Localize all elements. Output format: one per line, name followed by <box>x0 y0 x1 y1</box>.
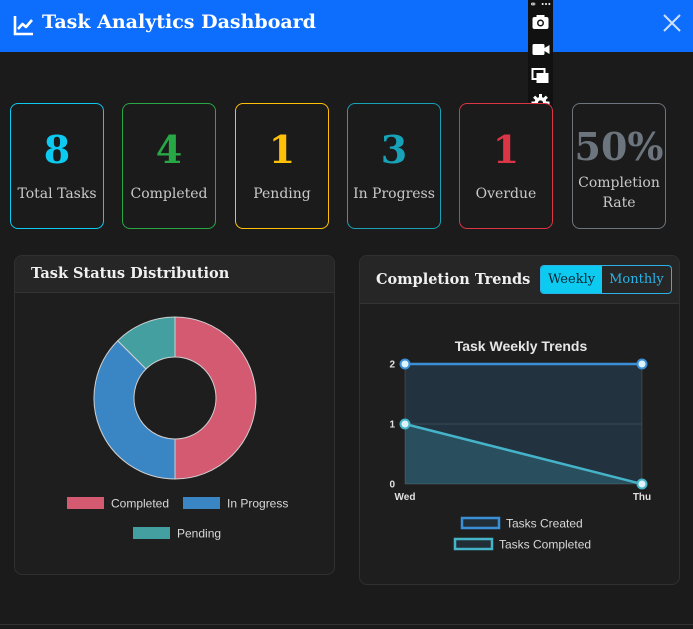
slice-in-progress <box>93 340 176 480</box>
legend-label: In Progress <box>227 497 288 511</box>
stat-value: 1 <box>268 127 296 172</box>
data-point <box>636 478 648 490</box>
stat-value: 50% <box>574 124 664 169</box>
stat-card-overdue: 1 Overdue <box>459 103 553 229</box>
stat-label: Total Tasks <box>17 186 97 202</box>
stat-value: 8 <box>43 127 71 172</box>
legend-swatch <box>453 537 494 551</box>
stat-card-in-progress: 3 In Progress <box>347 103 441 229</box>
stat-label-line2: Rate <box>602 195 636 211</box>
status-distribution-panel: Task Status Distribution Completed In Pro… <box>14 255 335 575</box>
stat-card-total-tasks: 8 Total Tasks <box>10 103 104 229</box>
y-tick-label: 0 <box>389 480 395 491</box>
stat-label: In Progress <box>353 186 435 202</box>
legend-label: Tasks Completed <box>499 538 591 552</box>
stat-value: 4 <box>155 127 183 172</box>
slice-completed <box>174 316 257 480</box>
legend-swatch <box>133 527 170 539</box>
close-icon[interactable] <box>660 11 684 35</box>
legend-swatch <box>67 497 104 509</box>
stat-card-pending: 1 Pending <box>235 103 329 229</box>
y-tick-label: 1 <box>389 420 395 431</box>
legend-swatch <box>460 516 501 530</box>
data-point <box>399 358 411 370</box>
status-doughnut-chart: Completed In Progress Pending <box>67 316 288 541</box>
stat-card-completed: 4 Completed <box>122 103 216 229</box>
more-icon[interactable] <box>541 0 551 8</box>
chart-title: Task Weekly Trends <box>455 338 588 354</box>
stat-label: Completion Rate <box>573 173 665 213</box>
legend-swatch <box>183 497 220 509</box>
video-icon[interactable] <box>530 39 551 59</box>
chart-line-icon <box>13 16 33 36</box>
stat-label: Overdue <box>475 186 537 202</box>
camera-icon[interactable] <box>530 12 551 32</box>
window-icon[interactable] <box>530 66 551 86</box>
recorder-toolbar <box>528 0 553 116</box>
y-tick-label: 2 <box>389 360 395 371</box>
link-icon[interactable] <box>531 0 540 8</box>
stat-card-completion-rate: 50% Completion Rate <box>572 103 666 229</box>
stat-value: 3 <box>380 127 408 172</box>
x-tick-label: Wed <box>395 492 416 503</box>
x-tick-label: Thu <box>633 492 651 503</box>
stat-label: Pending <box>253 186 311 202</box>
stat-label-line1: Completion <box>578 175 660 191</box>
data-point <box>399 418 411 430</box>
weekly-trends-chart: Task Weekly Trends 0 1 2 Wed Thu Tasks Created… <box>389 338 651 552</box>
legend-label: Pending <box>177 527 221 541</box>
page-title: Task Analytics Dashboard <box>42 11 316 33</box>
legend-label: Completed <box>111 497 169 511</box>
completion-trends-panel: Completion Trends Weekly Monthly Task We… <box>359 255 680 585</box>
app-header: Task Analytics Dashboard <box>0 0 693 52</box>
stat-value: 1 <box>492 127 520 172</box>
data-point <box>636 358 648 370</box>
footer-divider <box>0 624 693 625</box>
legend-label: Tasks Created <box>506 517 583 531</box>
stat-label: Completed <box>130 186 208 202</box>
